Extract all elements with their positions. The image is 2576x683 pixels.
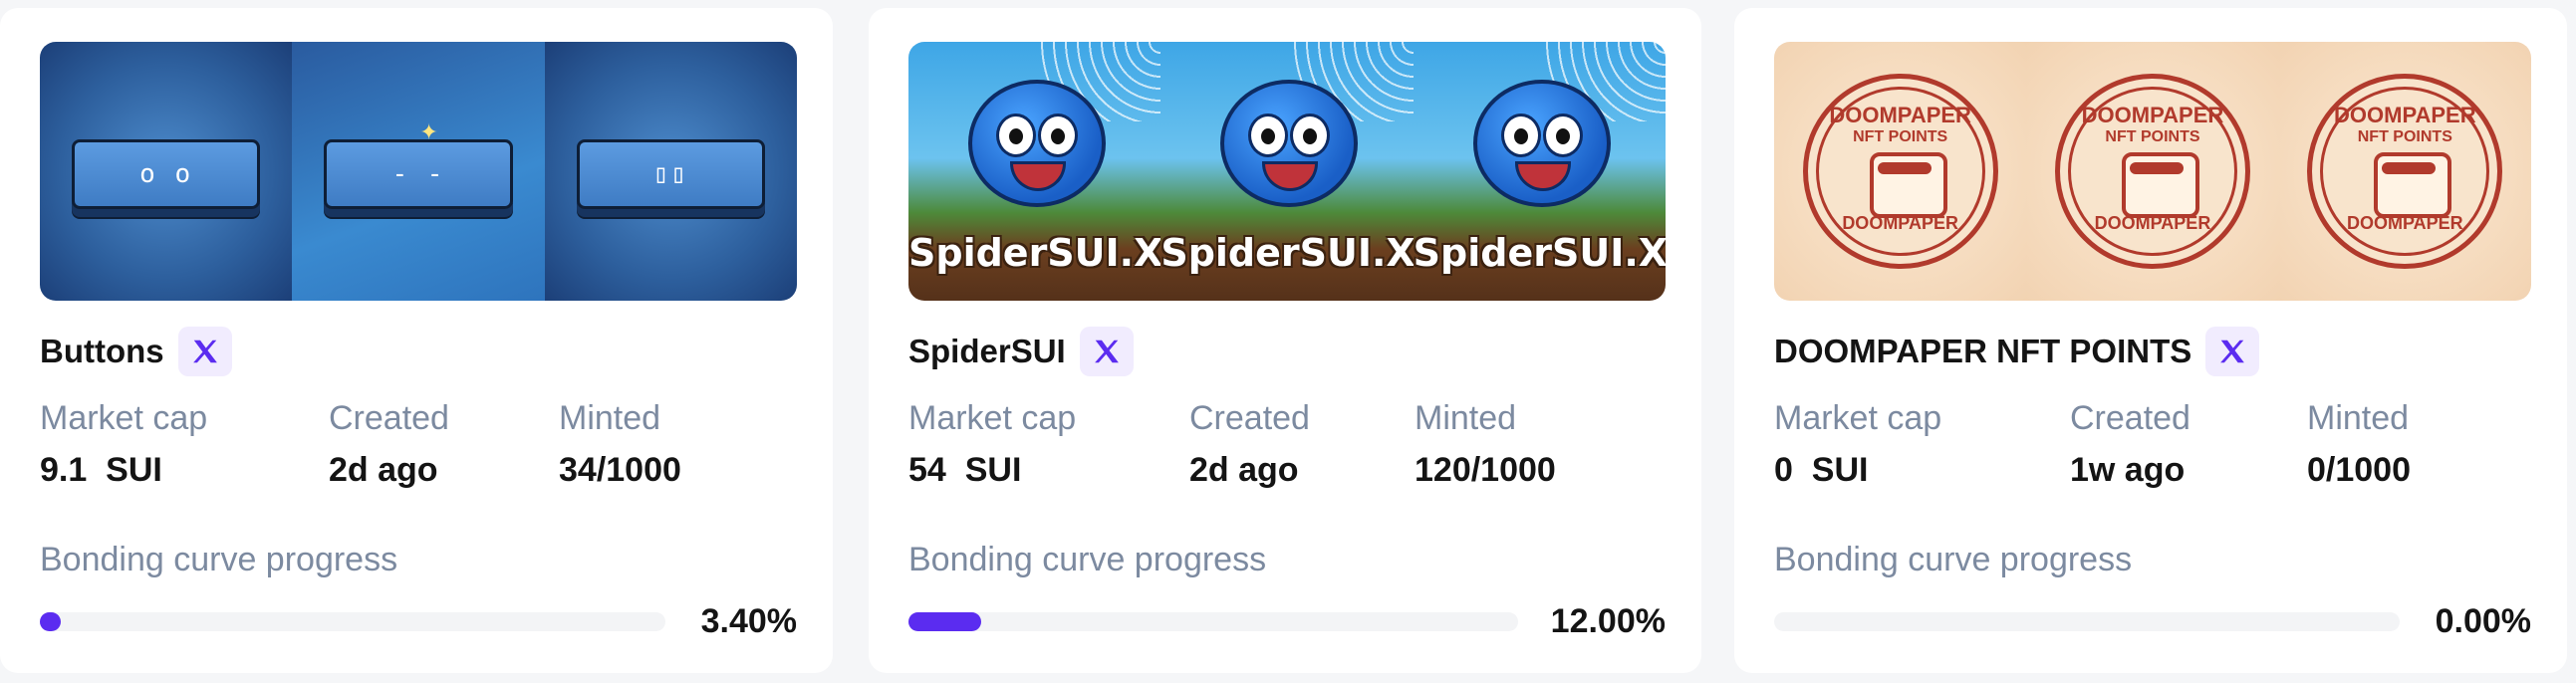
doompaper-seal: DOOMPAPER NFT POINTS DOOMPAPER: [2307, 74, 2503, 269]
token-title-row: SpiderSUI: [908, 327, 1134, 376]
bonding-curve-progress-bar: [908, 612, 1518, 631]
keycap-graphic: o o: [72, 139, 261, 209]
market-cap-label: Market cap: [40, 399, 208, 437]
banner-tile: DOOMPAPER NFT POINTS DOOMPAPER: [2026, 42, 2279, 301]
banner-tile: SpiderSUI.XYZ: [908, 42, 1161, 301]
banner-tile: DOOMPAPER NFT POINTS DOOMPAPER: [2278, 42, 2531, 301]
token-card[interactable]: o o ✦ ✦ ✦ - - ▯▯ Buttons Market cap 9.1 …: [0, 8, 833, 673]
progress-percentage: 12.00%: [1550, 602, 1666, 640]
minted-stat: Minted 120/1000: [1415, 398, 1556, 490]
created-label: Created: [1189, 399, 1310, 437]
created-label: Created: [329, 399, 449, 437]
created-value: 1w ago: [2070, 451, 2186, 489]
market-cap-label: Market cap: [1774, 399, 1942, 437]
minted-value: 0/1000: [2307, 451, 2411, 489]
x-link-button[interactable]: [177, 327, 232, 376]
minted-value: 120/1000: [1415, 451, 1556, 489]
market-cap-value: 0 SUI: [1774, 451, 1869, 489]
x-icon: [2220, 340, 2245, 363]
banner-text: SpiderSUI.XYZ: [1160, 231, 1414, 275]
bonding-curve-label: Bonding curve progress: [1774, 541, 2133, 578]
banner-tile: ✦ ✦ ✦ - -: [292, 42, 545, 301]
minted-stat: Minted 0/1000: [2307, 398, 2411, 490]
spider-mascot: [968, 80, 1106, 207]
doompaper-seal: DOOMPAPER NFT POINTS DOOMPAPER: [1802, 74, 1998, 269]
doompaper-seal: DOOMPAPER NFT POINTS DOOMPAPER: [2054, 74, 2250, 269]
x-icon: [192, 340, 217, 363]
spider-mascot: [1220, 80, 1359, 207]
market-cap-stat: Market cap 0 SUI: [1774, 398, 1941, 490]
x-icon: [1094, 340, 1119, 363]
market-cap-stat: Market cap 54 SUI: [908, 398, 1076, 490]
created-label: Created: [2070, 399, 2190, 437]
token-name[interactable]: SpiderSUI: [908, 333, 1066, 370]
progress-percentage: 3.40%: [700, 602, 797, 640]
market-cap-value: 54 SUI: [908, 451, 1022, 489]
bonding-curve-progress-bar: [40, 612, 665, 631]
progress-fill: [40, 612, 62, 631]
bonding-curve-label: Bonding curve progress: [908, 541, 1267, 578]
progress-percentage: 0.00%: [2435, 602, 2531, 640]
token-name[interactable]: DOOMPAPER NFT POINTS: [1774, 333, 2191, 370]
banner-text: SpiderSUI.XYZ: [908, 231, 1161, 275]
token-title-row: Buttons: [40, 327, 232, 376]
banner-tile: SpiderSUI.XYZ: [1160, 42, 1414, 301]
keycap-graphic: ▯▯: [576, 139, 765, 209]
created-stat: Created 2d ago: [329, 398, 449, 490]
token-banner-image[interactable]: o o ✦ ✦ ✦ - - ▯▯: [40, 42, 797, 301]
x-link-button[interactable]: [1079, 327, 1134, 376]
token-banner-image[interactable]: DOOMPAPER NFT POINTS DOOMPAPER DOOMPAPER…: [1774, 42, 2531, 301]
progress-fill: [908, 612, 982, 631]
created-stat: Created 2d ago: [1189, 398, 1310, 490]
created-stat: Created 1w ago: [2070, 398, 2190, 490]
bonding-curve-label: Bonding curve progress: [40, 541, 398, 578]
token-name[interactable]: Buttons: [40, 333, 164, 370]
minted-value: 34/1000: [559, 451, 681, 489]
minted-label: Minted: [1415, 399, 1517, 437]
token-card[interactable]: DOOMPAPER NFT POINTS DOOMPAPER DOOMPAPER…: [1734, 8, 2567, 673]
banner-tile: ▯▯: [544, 42, 797, 301]
banner-text: SpiderSUI.XYZ: [1413, 231, 1666, 275]
spider-mascot: [1472, 80, 1611, 207]
banner-tile: o o: [40, 42, 293, 301]
token-title-row: DOOMPAPER NFT POINTS: [1774, 327, 2260, 376]
market-cap-value: 9.1 SUI: [40, 451, 162, 489]
created-value: 2d ago: [329, 451, 438, 489]
market-cap-label: Market cap: [908, 399, 1077, 437]
minted-label: Minted: [2307, 399, 2410, 437]
token-card[interactable]: SpiderSUI.XYZ SpiderSUI.XYZ SpiderSUI.XY…: [869, 8, 1701, 673]
token-card-list: o o ✦ ✦ ✦ - - ▯▯ Buttons Market cap 9.1 …: [0, 0, 2576, 683]
banner-tile: SpiderSUI.XYZ: [1413, 42, 1666, 301]
token-banner-image[interactable]: SpiderSUI.XYZ SpiderSUI.XYZ SpiderSUI.XY…: [908, 42, 1666, 301]
bonding-curve-progress-bar: [1774, 612, 2400, 631]
minted-stat: Minted 34/1000: [559, 398, 681, 490]
x-link-button[interactable]: [2205, 327, 2260, 376]
banner-tile: DOOMPAPER NFT POINTS DOOMPAPER: [1774, 42, 2027, 301]
minted-label: Minted: [559, 399, 661, 437]
keycap-graphic: - -: [324, 139, 513, 209]
created-value: 2d ago: [1189, 451, 1299, 489]
market-cap-stat: Market cap 9.1 SUI: [40, 398, 207, 490]
